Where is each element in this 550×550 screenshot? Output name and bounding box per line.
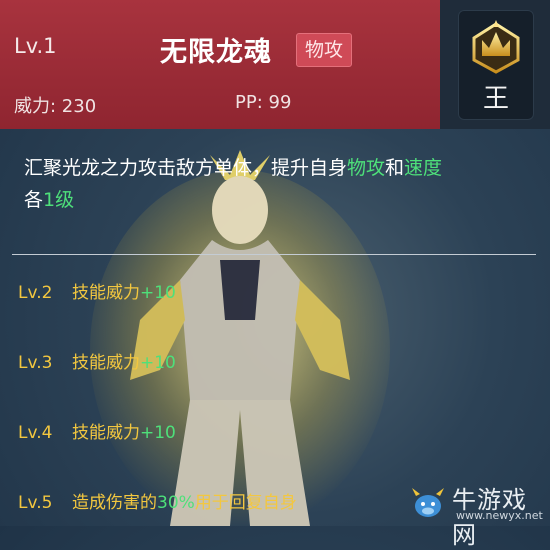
level-upgrade-row: Lv.2 技能威力+10 xyxy=(18,278,176,303)
desc-text-1: 汇聚光龙之力攻击敌方单体，提升自身 xyxy=(24,157,348,179)
rank-badge: 王 xyxy=(458,10,534,120)
upgrade-level: Lv.5 xyxy=(18,493,53,513)
skill-type-badge: 物攻 xyxy=(296,33,353,67)
upgrade-bonus: +10 xyxy=(140,423,176,443)
level-upgrade-row: Lv.4 技能威力+10 xyxy=(18,418,176,443)
crown-icon xyxy=(472,20,520,74)
upgrade-level: Lv.3 xyxy=(18,353,53,373)
skill-name: 无限龙魂 xyxy=(160,37,272,68)
upgrade-suffix: 用于回复自身 xyxy=(194,493,297,513)
skill-description: 汇聚光龙之力攻击敌方单体，提升自身物攻和速度各1级 xyxy=(24,152,534,216)
desc-highlight-speed: 速度 xyxy=(404,157,443,179)
skill-pp: PP: 99 xyxy=(235,92,292,113)
desc-highlight-level: 1级 xyxy=(43,189,75,211)
upgrade-bonus: +10 xyxy=(140,283,176,303)
watermark-url: www.newyx.net xyxy=(456,509,543,522)
upgrade-text: 技能威力 xyxy=(72,353,140,373)
upgrade-text: 造成伤害的 xyxy=(72,493,157,513)
site-watermark: 牛游戏网 www.newyx.net xyxy=(408,478,548,549)
desc-text-3: 各 xyxy=(24,189,44,211)
upgrade-level: Lv.4 xyxy=(18,423,53,443)
skill-power: 威力: 230 xyxy=(14,96,97,117)
upgrade-bonus: +10 xyxy=(140,353,176,373)
rank-label: 王 xyxy=(482,84,509,114)
upgrade-text: 技能威力 xyxy=(72,423,140,443)
desc-highlight-attack: 物攻 xyxy=(347,157,386,179)
desc-text-2: 和 xyxy=(385,157,405,179)
upgrade-bonus: 30% xyxy=(157,493,195,513)
skill-level: Lv.1 xyxy=(14,34,57,58)
upgrade-text: 技能威力 xyxy=(72,283,140,303)
divider xyxy=(12,254,536,255)
level-upgrade-row: Lv.3 技能威力+10 xyxy=(18,348,176,373)
cow-logo-icon xyxy=(412,488,444,517)
level-upgrade-row: Lv.5 造成伤害的30%用于回复自身 xyxy=(18,488,297,513)
upgrade-level: Lv.2 xyxy=(18,283,53,303)
